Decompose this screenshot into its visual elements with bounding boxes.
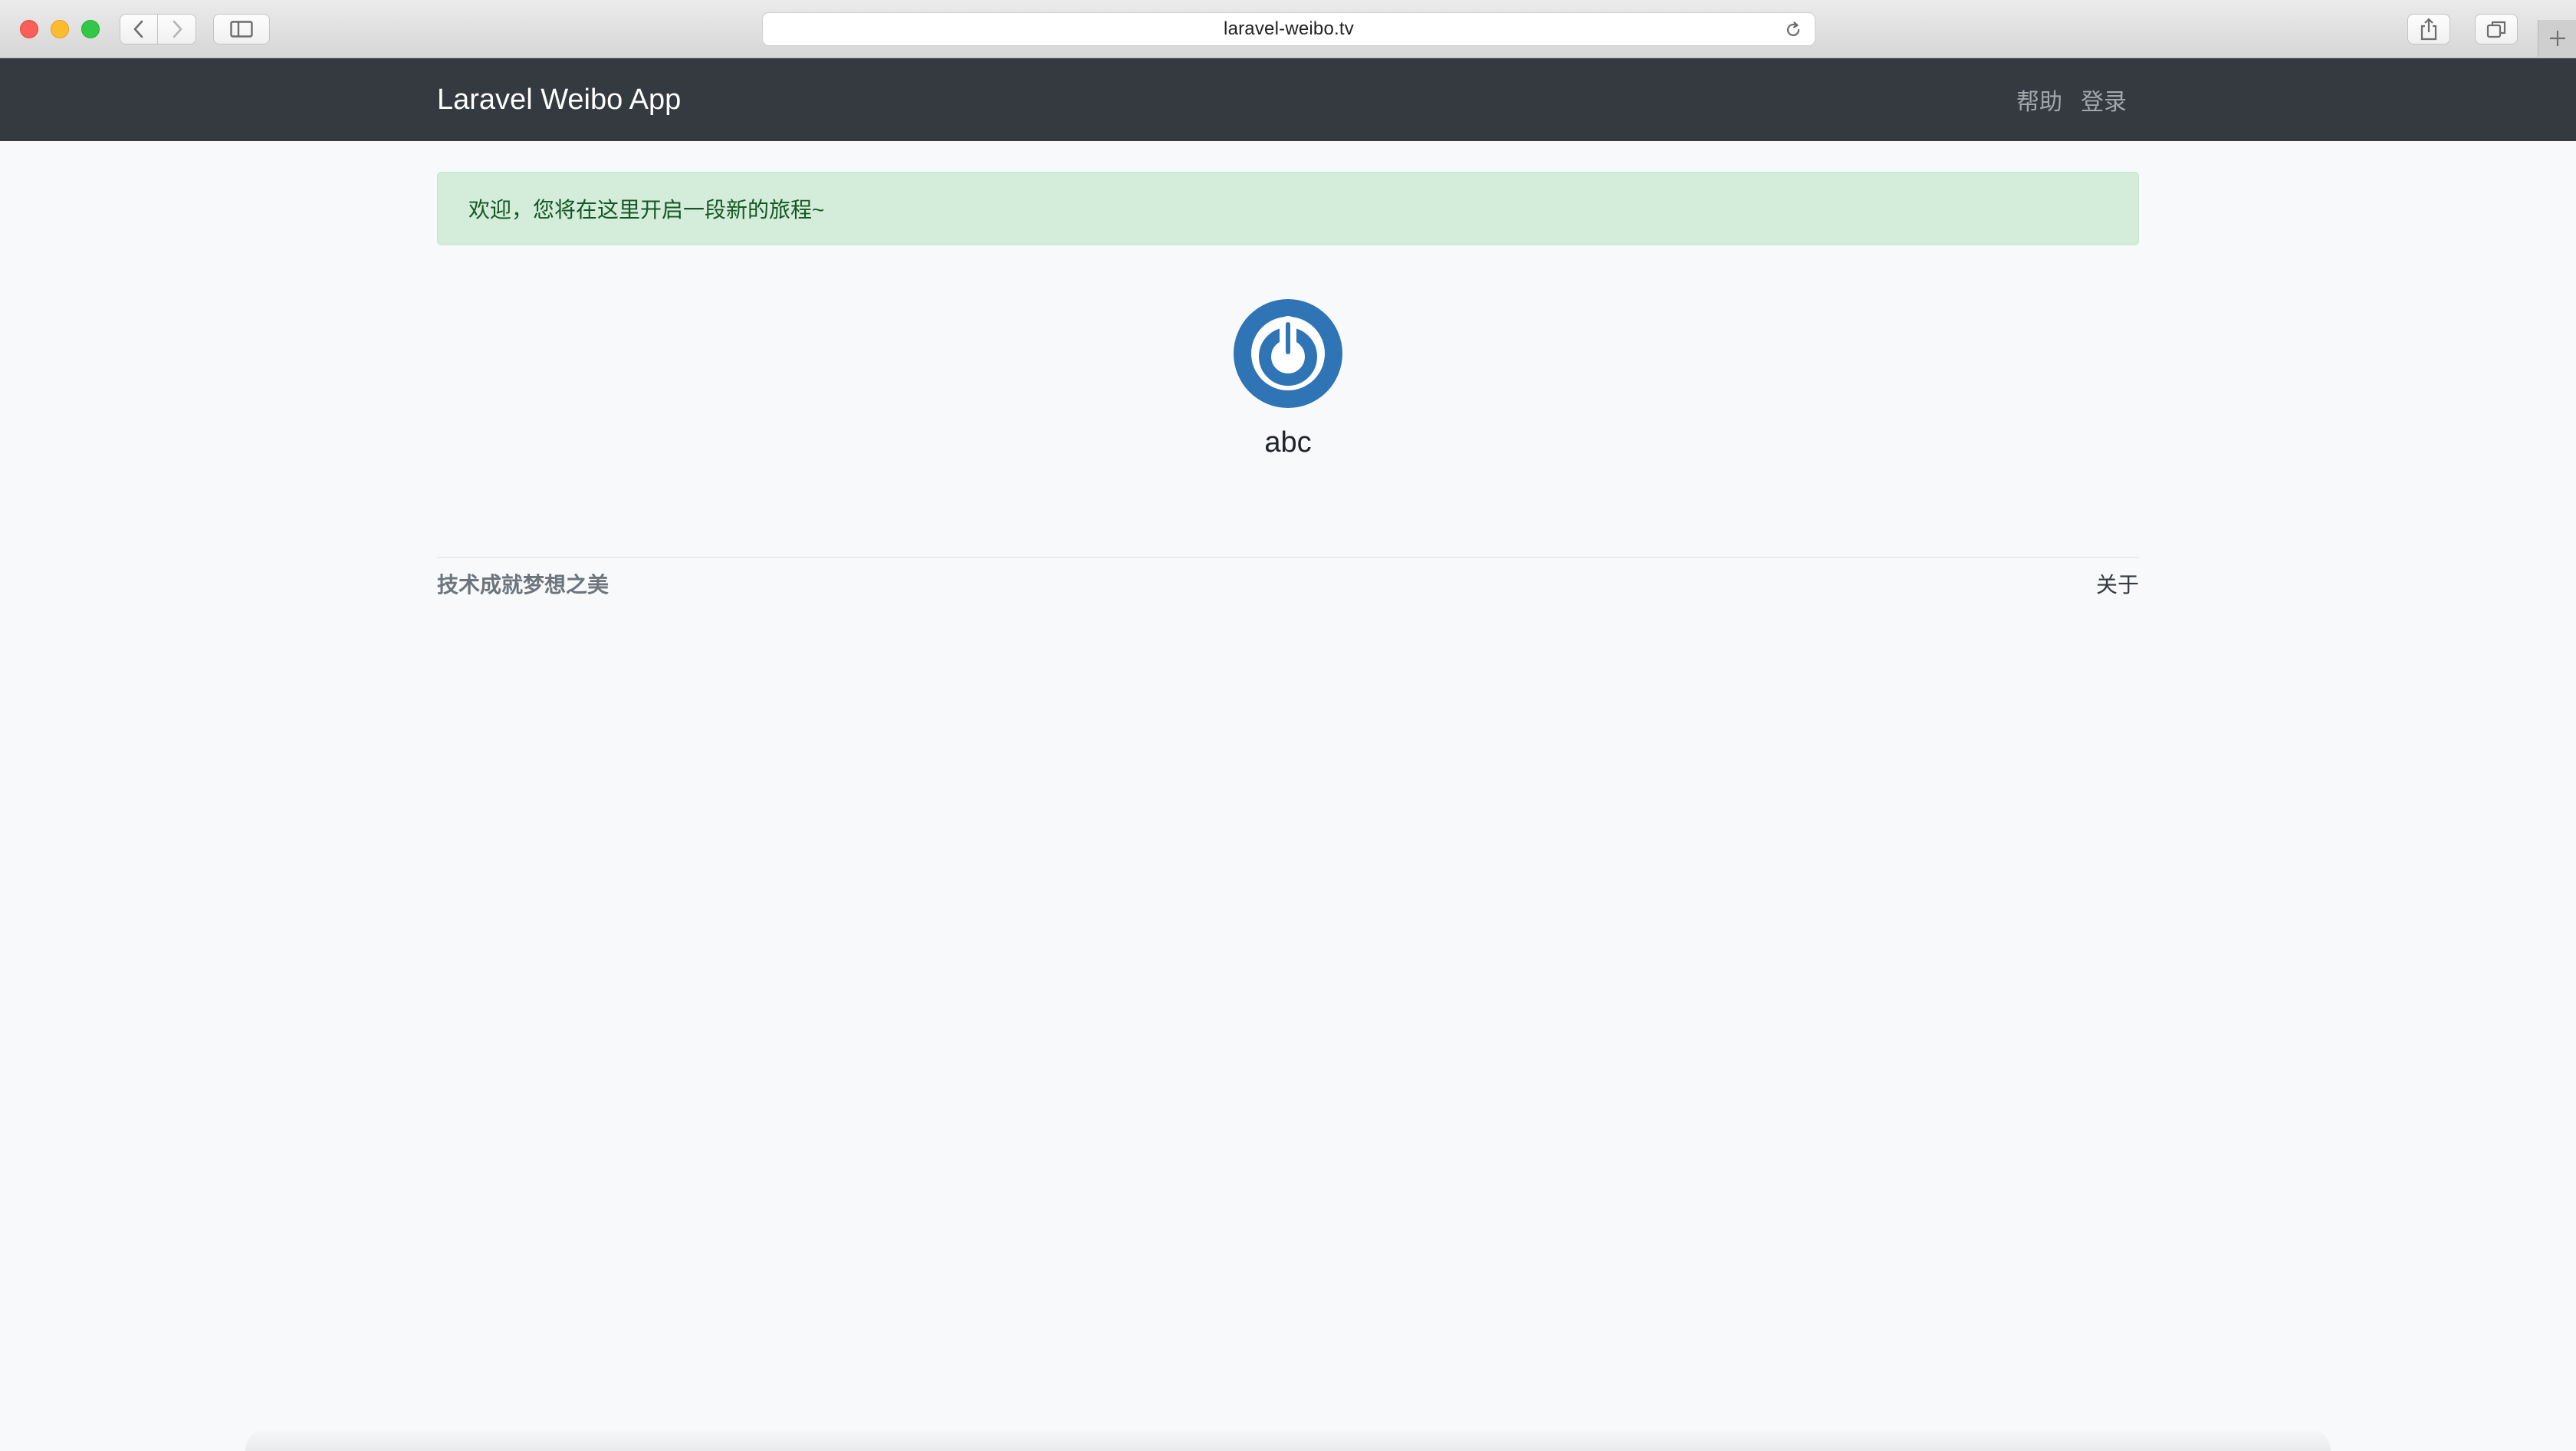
new-tab-button[interactable] — [2538, 20, 2576, 57]
zoom-window-button[interactable] — [81, 20, 100, 38]
reload-icon[interactable] — [1784, 21, 1802, 39]
navbar: Laravel Weibo App 帮助 登录 — [0, 58, 2576, 141]
nav-link-help[interactable]: 帮助 — [2016, 83, 2062, 117]
window-bottom-edge — [245, 1428, 2331, 1451]
alert-message: 欢迎，您将在这里开启一段新的旅程~ — [468, 198, 825, 222]
sidebar-toggle-button[interactable] — [213, 14, 270, 44]
footer: 技术成就梦想之美 关于 — [437, 557, 2139, 599]
url-text: laravel-weibo.tv — [1224, 18, 1354, 39]
success-alert: 欢迎，您将在这里开启一段新的旅程~ — [437, 172, 2139, 245]
browser-toolbar: laravel-weibo.tv — [0, 0, 2576, 58]
chevron-right-icon — [172, 20, 182, 38]
brand-link[interactable]: Laravel Weibo App — [437, 58, 681, 141]
address-bar[interactable]: laravel-weibo.tv — [762, 12, 1815, 46]
forward-button[interactable] — [158, 14, 196, 44]
share-icon — [2420, 18, 2437, 41]
share-button[interactable] — [2407, 14, 2450, 44]
close-window-button[interactable] — [20, 20, 38, 38]
username: abc — [1264, 426, 1312, 459]
chevron-left-icon — [133, 20, 143, 38]
plus-icon — [2549, 31, 2565, 46]
footer-slogan: 技术成就梦想之美 — [437, 573, 610, 597]
nav-link-login[interactable]: 登录 — [2081, 83, 2127, 117]
footer-about-link[interactable]: 关于 — [2096, 568, 2139, 599]
tabs-icon — [2486, 21, 2506, 38]
sidebar-icon — [230, 21, 253, 38]
nav-links: 帮助 登录 — [2016, 58, 2127, 141]
power-icon[interactable] — [1234, 299, 1342, 408]
minimize-window-button[interactable] — [51, 20, 69, 38]
show-tabs-button[interactable] — [2475, 14, 2518, 44]
user-profile: abc — [0, 299, 2576, 459]
back-button[interactable] — [120, 14, 158, 44]
